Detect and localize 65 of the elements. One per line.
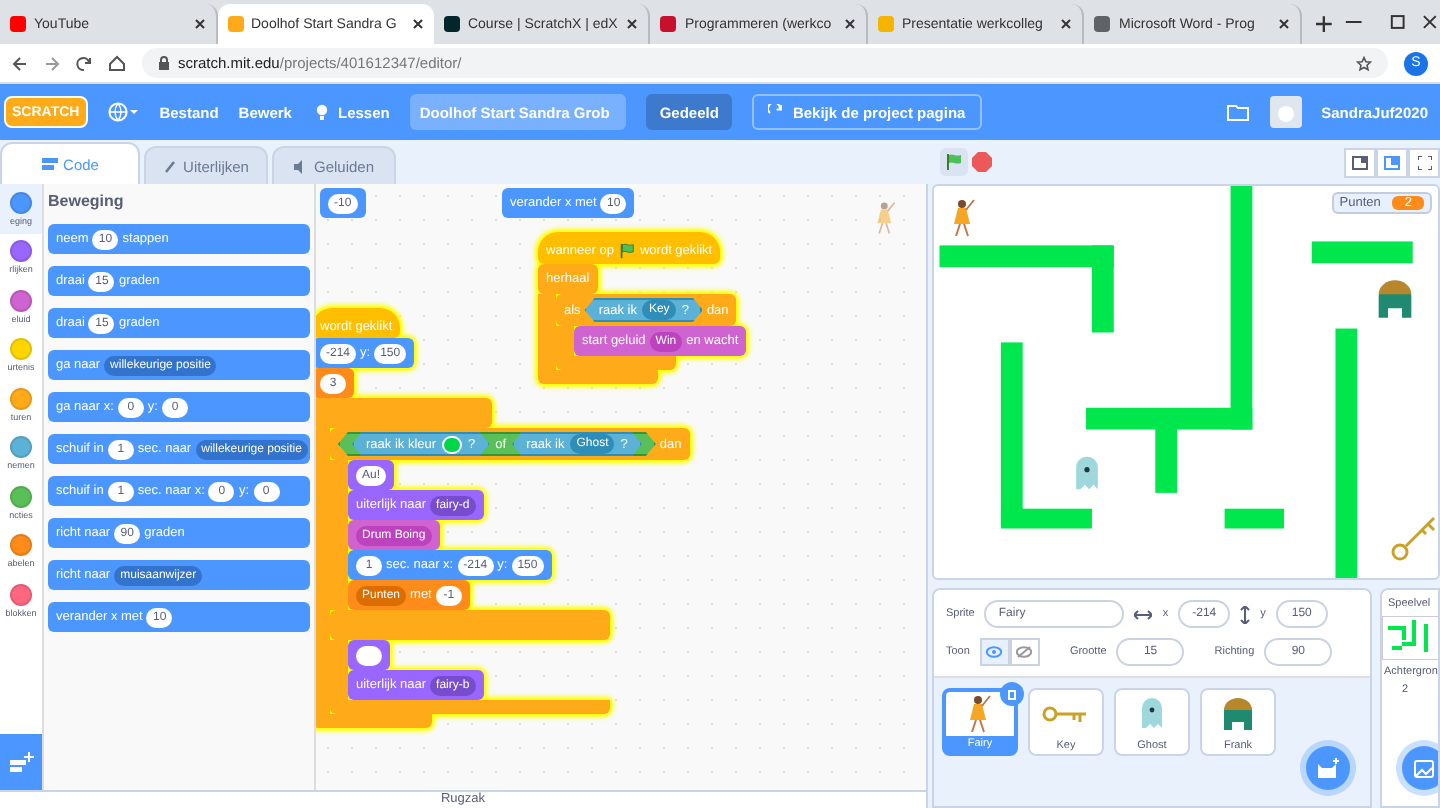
back-icon[interactable] — [12, 55, 28, 71]
flag-icon — [617, 242, 636, 260]
site-icon — [227, 16, 243, 32]
close-icon[interactable] — [843, 18, 856, 30]
show-button[interactable] — [979, 638, 1010, 666]
large-stage-button[interactable] — [1376, 148, 1408, 178]
user-avatar[interactable] — [1269, 96, 1302, 128]
site-icon — [877, 16, 894, 32]
eye-icon — [986, 646, 1003, 658]
site-icon — [1094, 16, 1111, 32]
new-tab-icon[interactable] — [1313, 14, 1334, 34]
lock-icon — [158, 56, 170, 70]
refresh-icon — [768, 104, 785, 120]
folder-icon[interactable] — [1225, 102, 1250, 122]
close-icon[interactable] — [1060, 18, 1073, 30]
small-stage-icon — [1352, 156, 1368, 170]
ghost-icon — [1140, 696, 1164, 732]
close-icon[interactable] — [411, 18, 424, 30]
close-icon[interactable] — [626, 18, 639, 30]
eye-slash-icon — [1016, 646, 1033, 658]
reload-icon[interactable] — [76, 55, 92, 71]
lightbulb-icon — [311, 102, 332, 122]
home-icon[interactable] — [108, 54, 126, 72]
star-icon[interactable] — [1356, 55, 1372, 71]
fullscreen-icon — [1417, 156, 1431, 170]
cat-icon — [1316, 757, 1340, 779]
maze-wall — [1224, 508, 1284, 529]
number-input[interactable] — [356, 645, 382, 665]
add-extension-button[interactable] — [0, 734, 42, 790]
delete-button[interactable] — [1000, 682, 1024, 706]
key-icon — [1042, 704, 1090, 724]
site-icon — [443, 16, 460, 32]
monster-sprite — [1374, 280, 1416, 318]
image-icon — [1414, 759, 1434, 777]
maze-wall — [1311, 241, 1413, 264]
fairy-icon — [964, 694, 996, 734]
large-stage-icon — [1384, 156, 1400, 170]
vertical-arrows-icon — [1240, 605, 1251, 623]
key-sprite — [1390, 514, 1438, 562]
extension-icon — [9, 752, 33, 772]
brush-icon — [163, 159, 178, 173]
add-backdrop-button[interactable] — [1402, 746, 1438, 790]
trash-icon — [1006, 688, 1018, 700]
stop-icon — [972, 152, 992, 172]
code-block[interactable] — [348, 640, 390, 670]
category-heading: Beweging — [48, 192, 126, 210]
speaker-icon — [293, 159, 308, 173]
fullscreen-button[interactable] — [1408, 148, 1440, 178]
close-icon[interactable] — [193, 18, 205, 30]
flag-button[interactable] — [940, 148, 968, 176]
close-icon[interactable] — [1277, 18, 1290, 30]
add-sprite-button[interactable] — [1306, 746, 1350, 790]
monster-icon — [1220, 698, 1256, 730]
flag-icon — [944, 152, 964, 172]
forward-icon[interactable] — [44, 55, 60, 71]
color-swatch[interactable] — [442, 435, 463, 453]
site-icon — [10, 16, 26, 32]
hide-button[interactable] — [1009, 638, 1040, 666]
site-icon — [660, 16, 677, 32]
stop-button[interactable] — [968, 148, 996, 176]
small-stage-button[interactable] — [1344, 148, 1376, 178]
code-icon — [41, 158, 58, 170]
fairy-sprite — [950, 196, 978, 240]
globe-icon[interactable] — [107, 102, 140, 122]
horizontal-arrows-icon — [1134, 609, 1153, 619]
